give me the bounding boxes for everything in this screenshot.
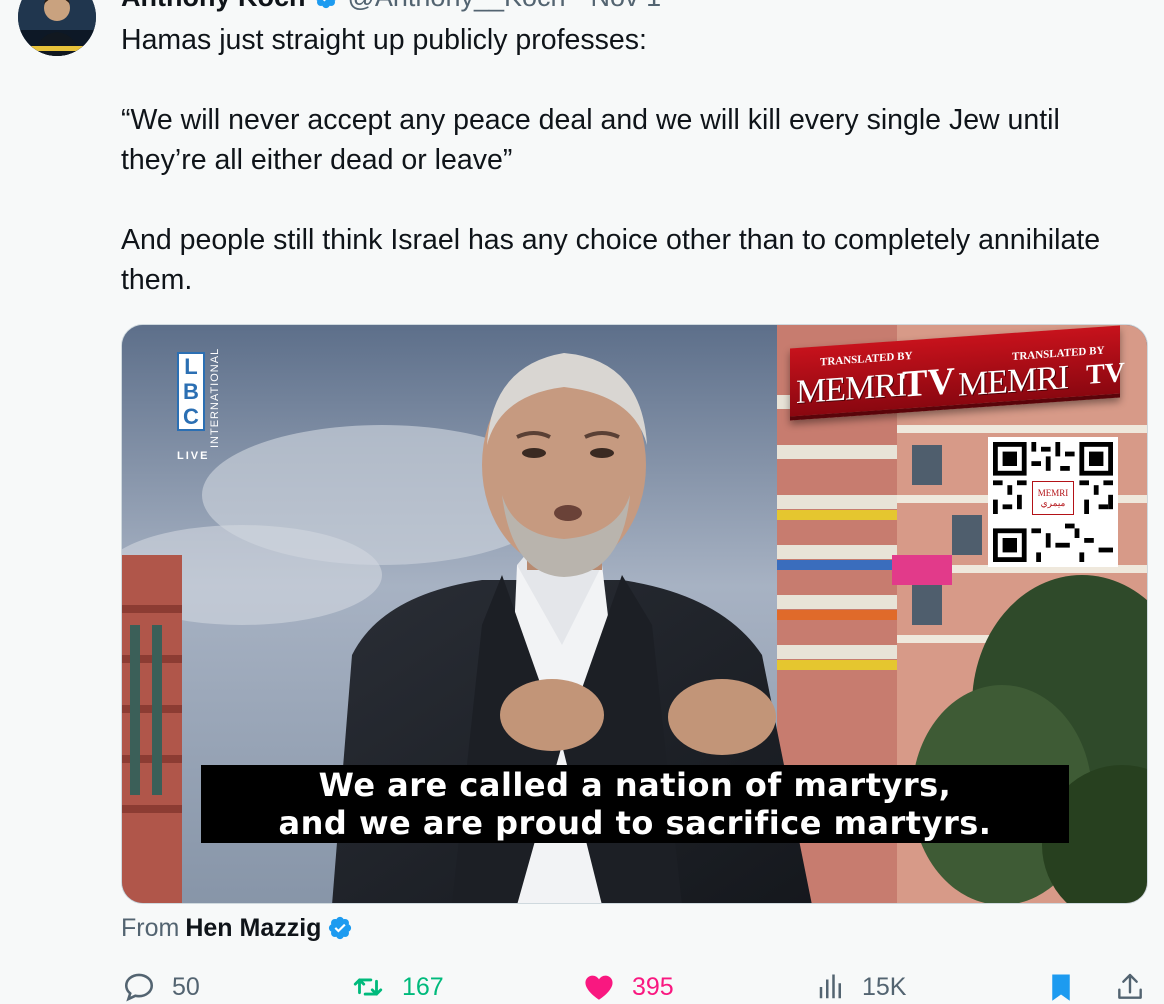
tweet-date[interactable]: Nov 1 [591, 0, 662, 12]
like-count: 395 [632, 973, 674, 1001]
memri-translated-label: TRANSLATED BY [820, 349, 913, 369]
separator: · [574, 0, 583, 12]
tweet-text-line: Hamas just straight up publicly professe… [121, 24, 647, 56]
tweet-text-line: And people still think Israel has any ch… [121, 224, 1101, 296]
subtitle-line: and we are proud to sacrifice martyrs. [278, 804, 992, 842]
reply-button[interactable]: 50 [122, 970, 200, 1004]
tweet[interactable]: Anthony Koch @Anthony__Koch · Nov 1 Hama… [0, 0, 1164, 1004]
action-bar: 50 167 395 15K [0, 970, 1164, 1004]
media-attribution: From Hen Mazzig [121, 912, 353, 944]
memri-tv-text: TV [1086, 357, 1125, 391]
channel-logo-letter: L [184, 354, 198, 379]
attribution-label: From [121, 914, 180, 942]
subtitle-line: We are called a nation of martyrs, [318, 766, 952, 804]
memri-logo-text: MEMRI [796, 366, 907, 412]
attribution-source[interactable]: Hen Mazzig [185, 912, 321, 944]
tweet-text-quote: “We will never accept any peace deal and… [121, 104, 1060, 176]
views-count: 15K [862, 973, 907, 1001]
bookmark-button[interactable] [1046, 970, 1076, 1004]
tweet-text: Hamas just straight up publicly professe… [121, 20, 1151, 300]
video-subtitle: We are called a nation of martyrs, and w… [201, 765, 1069, 843]
channel-logo-letter: C [183, 404, 199, 429]
author-handle[interactable]: @Anthony__Koch [347, 0, 565, 12]
share-button[interactable] [1114, 970, 1146, 1004]
channel-logo: L B C INTERNATIONAL LIVE [177, 347, 221, 462]
channel-live-label: LIVE [177, 450, 210, 462]
like-button[interactable]: 395 [582, 970, 674, 1004]
retweet-count: 167 [402, 973, 444, 1001]
retweet-button[interactable]: 167 [350, 970, 444, 1004]
views-icon [819, 974, 841, 999]
tweet-header: Anthony Koch @Anthony__Koch · Nov 1 [121, 0, 661, 12]
memri-tv-text: TV [902, 360, 955, 406]
retweet-icon [353, 978, 383, 996]
reply-icon [124, 973, 154, 1002]
verified-badge-icon [313, 0, 339, 10]
channel-logo-side: INTERNATIONAL [209, 347, 221, 448]
heart-icon [585, 975, 613, 1000]
memri-logo-text: MEMRI [958, 359, 1069, 404]
qr-code: MEMRI ميمري [988, 437, 1118, 567]
video-player[interactable]: L B C INTERNATIONAL LIVE TRANSLATED BY T… [121, 324, 1148, 904]
bookmark-icon [1052, 974, 1070, 1001]
channel-logo-letter: B [183, 379, 199, 404]
views-button[interactable]: 15K [816, 970, 906, 1004]
verified-badge-icon [327, 915, 353, 941]
qr-badge: MEMRI ميمري [1032, 481, 1074, 515]
avatar[interactable] [18, 0, 96, 56]
reply-count: 50 [172, 973, 200, 1001]
author-name[interactable]: Anthony Koch [121, 0, 305, 12]
share-icon [1118, 973, 1142, 999]
